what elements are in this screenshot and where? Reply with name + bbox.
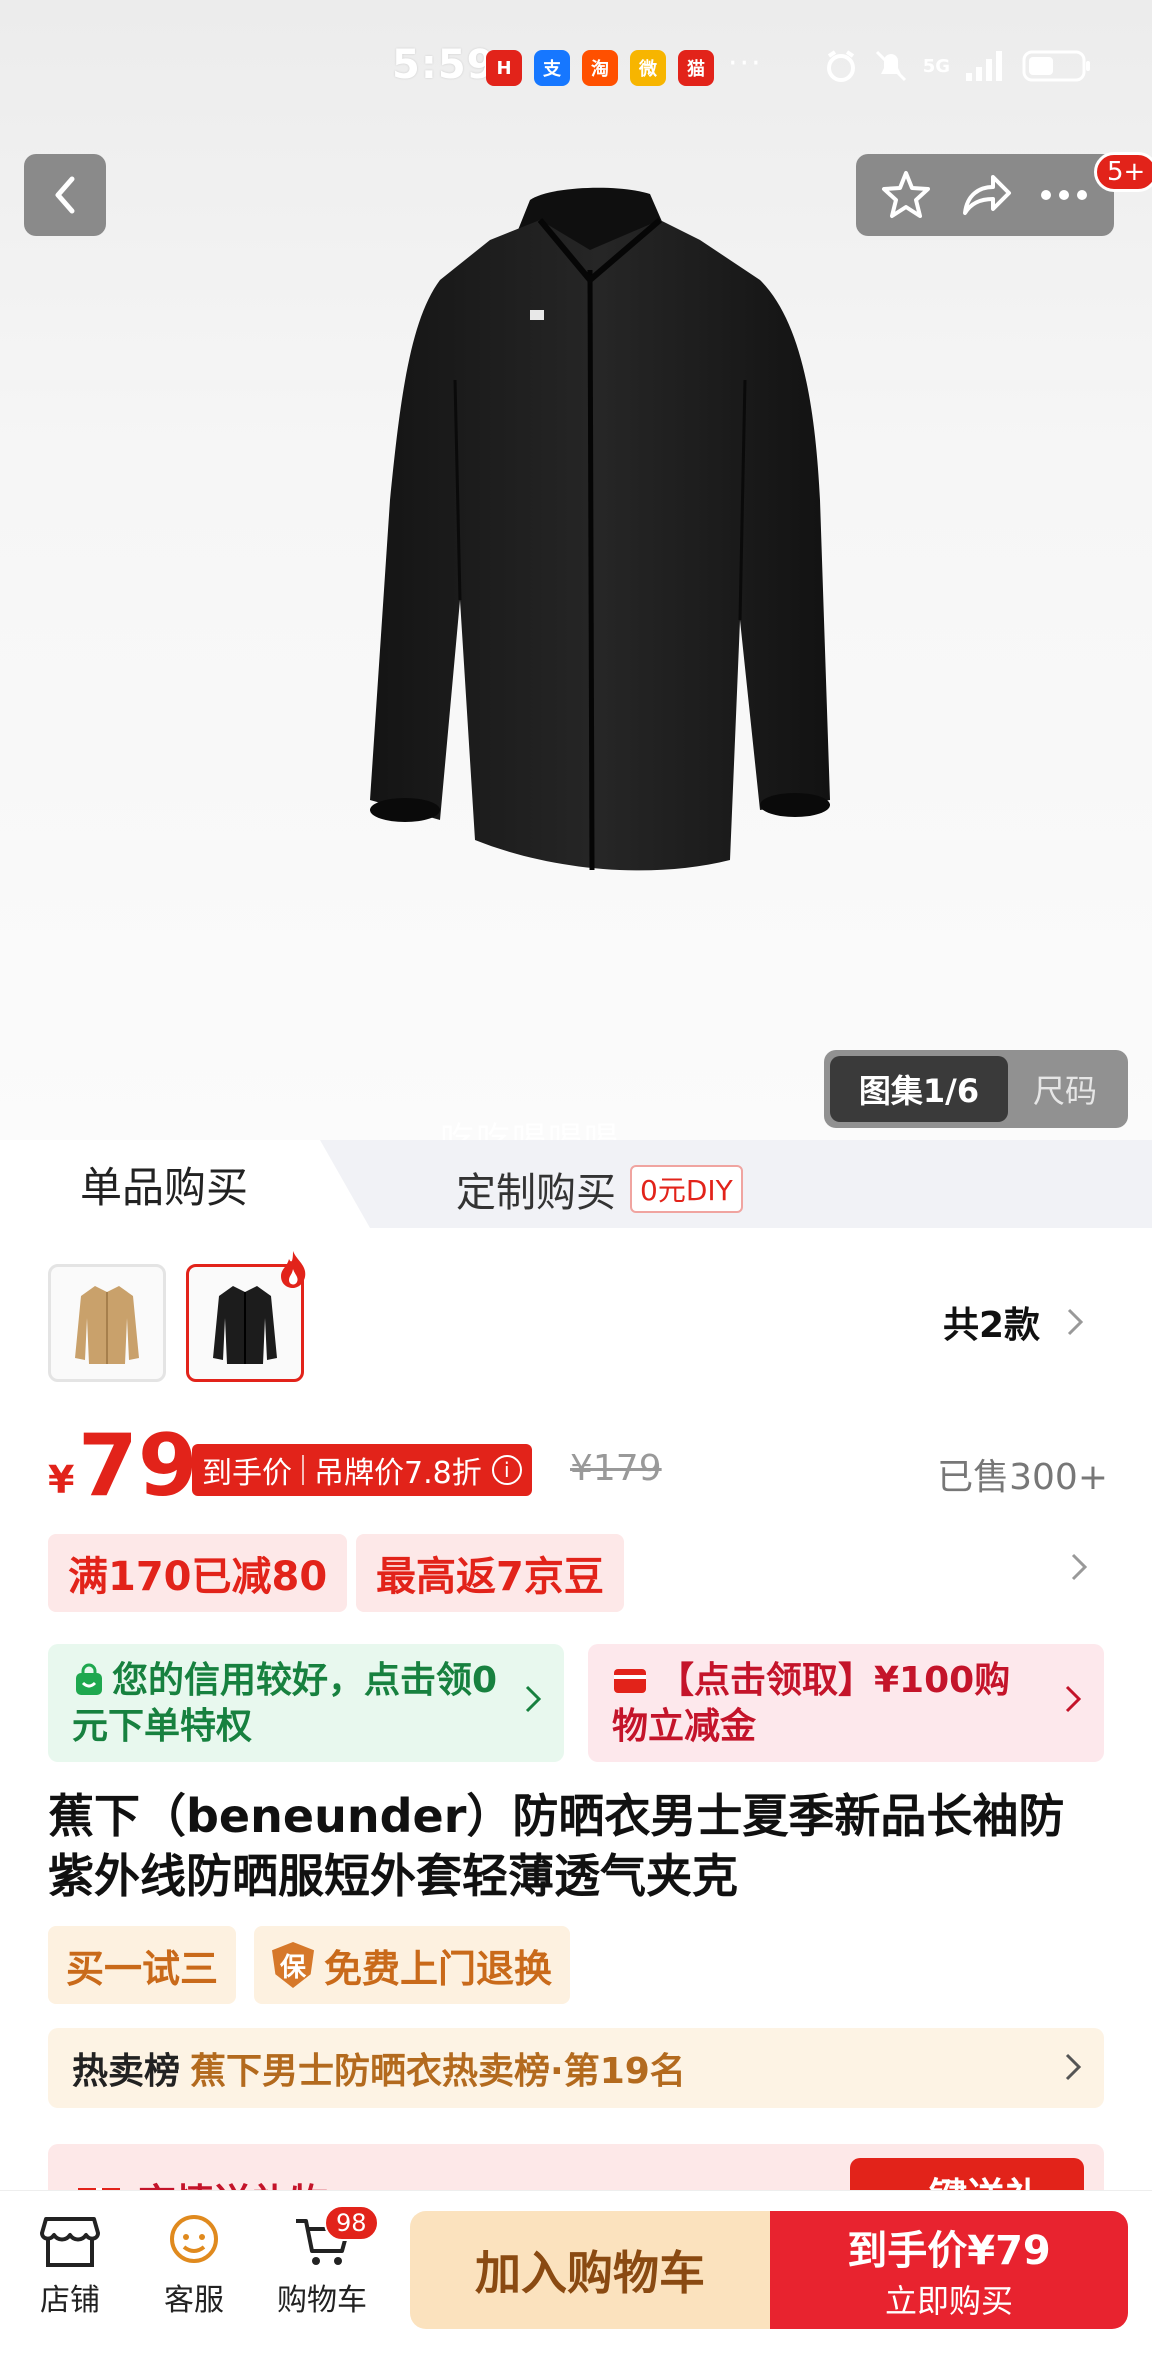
buy-now-label: 立即购买	[884, 2282, 1013, 2320]
tag-buy-one-try-three[interactable]: 买一试三	[48, 1926, 237, 2004]
taobao-app-icon: 淘	[582, 50, 618, 86]
chevron-right-icon	[1065, 1685, 1082, 1713]
gallery-switch: 图集1/6 尺码	[824, 1050, 1128, 1128]
status-more-icon: ···	[728, 46, 763, 81]
diy-tag: 0元DIY	[630, 1165, 743, 1213]
total-variants[interactable]: 共2款	[943, 1296, 1084, 1348]
black-jacket-thumb-icon	[213, 1286, 277, 1364]
promotion-row[interactable]: 满170已减80 最高返7京豆	[48, 1534, 1108, 1614]
total-variants-label: 共2款	[942, 1305, 1040, 1346]
product-info-card: 共2款 ¥ 79 到手价 吊牌价7.8折 i ¥179 已售300+ 满170已…	[0, 1228, 1152, 2214]
ranking-text: 蕉下男士防晒衣热卖榜·第19名	[190, 2051, 686, 2092]
buy-now-button[interactable]: 到手价¥79 立即购买	[770, 2211, 1128, 2329]
price-currency: ¥	[48, 1458, 75, 1502]
credit-benefit-card[interactable]: 您的信用较好，点击领0元下单特权	[48, 1644, 564, 1762]
chevron-right-icon	[1065, 2053, 1082, 2081]
tab-custom-purchase[interactable]: 定制购买 0元DIY	[456, 1160, 743, 1218]
store-icon	[40, 2217, 100, 2267]
weibo-app-icon: 微	[630, 50, 666, 86]
coupon-benefit-text: 【点击领取】¥100购物立减金	[612, 1660, 1011, 1747]
network-label: 5G	[922, 55, 950, 77]
product-image-area[interactable]: 5:59 H 支 淘 微 猫 ··· 5G 5+ 图集1/6 尺码 吃吃喝喝喝	[0, 0, 1152, 1140]
chevron-right-icon	[1071, 1553, 1088, 1581]
ranking-bar[interactable]: 热卖榜 蕉下男士防晒衣热卖榜·第19名	[48, 2028, 1104, 2108]
product-title: 蕉下（beneunder）防晒衣男士夏季新品长袖防紫外线防晒服短外套轻薄透气夹克	[48, 1789, 1065, 1903]
info-icon: i	[491, 1455, 522, 1485]
shield-icon: 保	[272, 1942, 315, 1988]
promo-discount: 满170已减80	[48, 1534, 348, 1612]
alarm-icon	[826, 50, 855, 82]
alipay-app-icon: 支	[534, 50, 570, 86]
hot-fire-icon	[281, 1251, 306, 1288]
status-bar: 5:59 H 支 淘 微 猫 ··· 5G	[0, 0, 1152, 130]
product-jacket-image	[370, 187, 830, 871]
mute-bell-icon	[875, 50, 906, 82]
status-app-icons: H 支 淘 微 猫	[486, 50, 714, 86]
shopping-bag-icon	[76, 1663, 102, 1695]
variant-thumb-black[interactable]	[186, 1251, 306, 1382]
status-time: 5:59	[392, 42, 496, 88]
chevron-left-icon	[55, 176, 75, 214]
bottom-action-bar: 店铺 客服 购物车 98 加入购物车 到手价¥79 立即购买	[0, 2190, 1152, 2376]
credit-benefit-text: 您的信用较好，点击领0元下单特权	[72, 1660, 498, 1747]
watermark-text: 吃吃喝喝喝	[440, 1120, 620, 1140]
customer-service-button[interactable]: 客服	[144, 2213, 244, 2319]
cart-button[interactable]: 购物车 98	[272, 2205, 379, 2319]
cart-label: 购物车	[277, 2283, 367, 2318]
chevron-right-icon	[525, 1685, 542, 1713]
tag-return-label: 免费上门退换	[324, 1946, 553, 1991]
price-tag-final: 到手价	[202, 1456, 292, 1491]
tag-trial-label: 买一试三	[66, 1946, 219, 1991]
cart-count-badge: 98	[324, 2205, 379, 2241]
price-tag-discount: 吊牌价7.8折	[314, 1456, 482, 1491]
card-icon	[614, 1669, 646, 1693]
variant-thumbnails	[48, 1251, 306, 1382]
service-tags: 买一试三 保 免费上门退换	[48, 1926, 571, 2004]
back-button[interactable]	[24, 154, 106, 236]
store-label: 店铺	[40, 2283, 100, 2318]
price-tag[interactable]: 到手价 吊牌价7.8折 i	[192, 1444, 532, 1496]
add-to-cart-button[interactable]: 加入购物车	[410, 2211, 770, 2329]
signal-icon	[966, 51, 1002, 81]
price-value: 79	[78, 1416, 198, 1516]
coupon-benefit-card[interactable]: 【点击领取】¥100购物立减金	[588, 1644, 1104, 1762]
sold-count: 已售300+	[937, 1457, 1108, 1498]
tmall-app-icon: 猫	[678, 50, 714, 86]
favorite-star-icon[interactable]	[878, 167, 934, 223]
gallery-tab-images[interactable]: 图集1/6	[830, 1056, 1008, 1122]
original-price: ¥179	[570, 1448, 662, 1489]
variant-thumb-khaki[interactable]	[48, 1264, 166, 1382]
purchase-type-tabs: 单品购买 定制购买 0元DIY	[0, 1140, 1152, 1228]
battery-icon	[1022, 50, 1090, 82]
chevron-right-icon	[1067, 1308, 1084, 1336]
buy-now-price: 到手价¥79	[847, 2228, 1051, 2274]
gallery-tab-size[interactable]: 尺码	[1008, 1066, 1122, 1112]
store-button[interactable]: 店铺	[20, 2213, 120, 2319]
tab-single-purchase[interactable]: 单品购买	[0, 1140, 370, 1228]
tab-custom-label: 定制购买	[456, 1170, 616, 1216]
status-indicators: 5G	[823, 48, 1092, 84]
promo-jingdou: 最高返7京豆	[356, 1534, 624, 1612]
khaki-jacket-thumb-icon	[75, 1286, 139, 1364]
huawei-app-icon: H	[486, 50, 522, 86]
customer-service-icon	[170, 2215, 218, 2263]
tag-free-return[interactable]: 保 免费上门退换	[254, 1926, 571, 2004]
price-row: ¥ 79 到手价 吊牌价7.8折 i ¥179 已售300+	[48, 1416, 1108, 1516]
share-icon[interactable]	[957, 167, 1013, 223]
header-actions	[856, 154, 1114, 236]
customer-service-label: 客服	[164, 2283, 224, 2318]
ranking-label: 热卖榜	[72, 2051, 181, 2092]
notification-badge: 5+	[1094, 152, 1152, 192]
more-icon[interactable]	[1036, 167, 1092, 223]
